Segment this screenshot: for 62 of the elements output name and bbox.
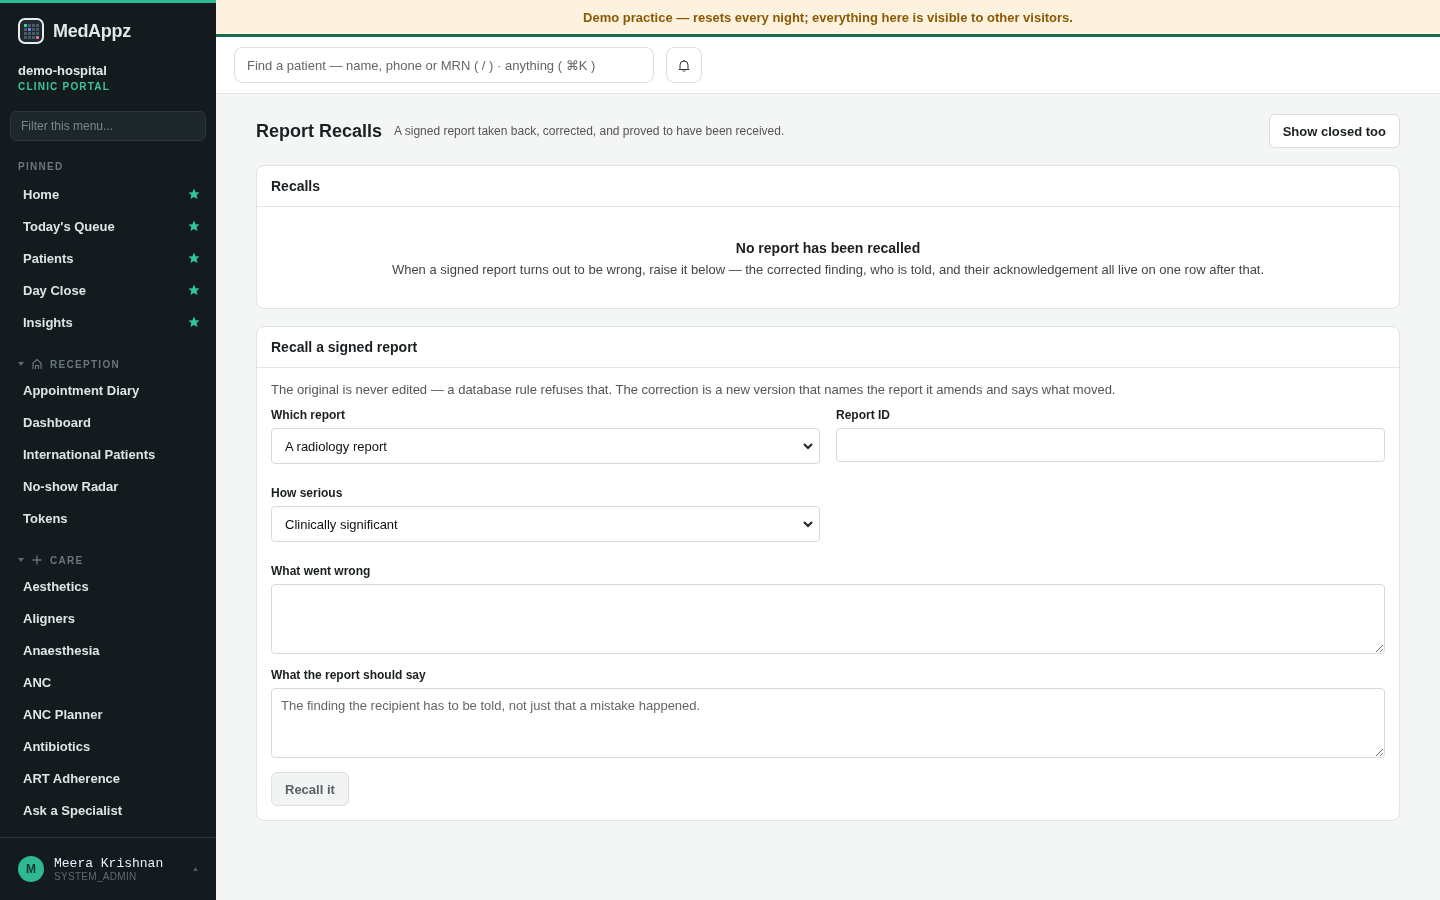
banner-text: Demo practice — resets every night; everything here is visible to other visitors. [583, 9, 1073, 25]
page-subtitle: A signed report taken back, corrected, and proved to have been received. [394, 124, 786, 138]
user-name: Meera Krishnan [54, 856, 165, 871]
sidebar-item[interactable]: Anaesthesia [0, 634, 216, 666]
notifications-button[interactable] [666, 47, 702, 83]
page-title: Report Recalls [256, 120, 383, 142]
field-label: Which report [271, 408, 346, 422]
text-area[interactable]: The finding the recipient has to be told, not just that a mistake happened. [271, 688, 1385, 758]
field-label: What the report should say [271, 668, 427, 682]
sidebar-item[interactable]: Antibiotics [0, 730, 216, 762]
star-icon[interactable] [188, 316, 200, 328]
sidebar-item[interactable]: Patients [0, 242, 216, 274]
sidebar-item[interactable]: Tokens [0, 502, 216, 534]
caret-icon[interactable] [18, 557, 24, 563]
sidebar-item[interactable]: International Patients [0, 438, 216, 470]
chevron-icon [803, 520, 813, 528]
group-heading: PINNED [18, 161, 64, 172]
field-label: Report ID [836, 408, 891, 422]
section-heading: CARE [50, 554, 84, 566]
sidebar-item[interactable]: Today's Queue [0, 210, 216, 242]
menu-filter-field[interactable]: Filter this menu... [10, 111, 206, 141]
user-avatar: M [18, 856, 44, 882]
brand-name: MedAppz [53, 20, 131, 42]
select-field[interactable]: Clinically significant [271, 506, 820, 542]
star-icon[interactable] [188, 284, 200, 296]
sidebar-item[interactable]: ART Adherence [0, 762, 216, 794]
search-field[interactable]: Find a patient — name, phone or MRN ( / ) · anything ( ⌘K ) [234, 47, 654, 83]
portal-label: CLINIC PORTAL [17, 80, 112, 92]
house-icon [31, 358, 43, 370]
sidebar-item[interactable]: ANC [0, 666, 216, 698]
plus-icon [31, 554, 43, 566]
sidebar-item[interactable]: Dashboard [0, 406, 216, 438]
star-icon[interactable] [188, 220, 200, 232]
organization-name: demo-hospital [17, 62, 108, 78]
empty-state-text: When a signed report turns out to be wrong, raise it below — the corrected finding, who is told, and their acknowledgement all live on one row after that. [390, 262, 1266, 277]
empty-state-title: No report has been recalled [734, 240, 922, 256]
sidebar-item[interactable]: Home [0, 178, 216, 210]
sidebar-item[interactable]: Aesthetics [0, 570, 216, 602]
star-icon[interactable] [188, 188, 200, 200]
sidebar-item[interactable]: Aligners [0, 602, 216, 634]
sidebar-item[interactable]: Insights [0, 306, 216, 338]
user-role: SYSTEM_ADMIN [54, 871, 138, 882]
select-field[interactable]: A radiology report [271, 428, 820, 464]
card-title: Recall a signed report [257, 327, 1399, 368]
card-title: Recalls [257, 166, 1399, 207]
chevron-icon [803, 442, 813, 450]
sidebar-item[interactable]: Ask a Specialist [0, 794, 216, 826]
form-intro: The original is never edited — a database rule refuses that. The correction is a new version that names the report it amends and says what moved. [271, 382, 1117, 397]
logo-icon [18, 18, 44, 44]
caret-icon[interactable] [193, 867, 198, 871]
input-field[interactable] [836, 428, 1385, 462]
section-heading: RECEPTION [50, 358, 121, 370]
bell-icon [678, 58, 690, 72]
field-label: How serious [271, 486, 344, 500]
star-icon[interactable] [188, 252, 200, 264]
sidebar-item[interactable]: Day Close [0, 274, 216, 306]
field-label: What went wrong [271, 564, 372, 578]
show-closed-button[interactable]: Show closed too [1268, 114, 1400, 148]
sidebar-item[interactable]: No-show Radar [0, 470, 216, 502]
caret-icon[interactable] [18, 361, 24, 367]
sidebar-item[interactable]: ANC Planner [0, 698, 216, 730]
sidebar-item[interactable]: Appointment Diary [0, 374, 216, 406]
